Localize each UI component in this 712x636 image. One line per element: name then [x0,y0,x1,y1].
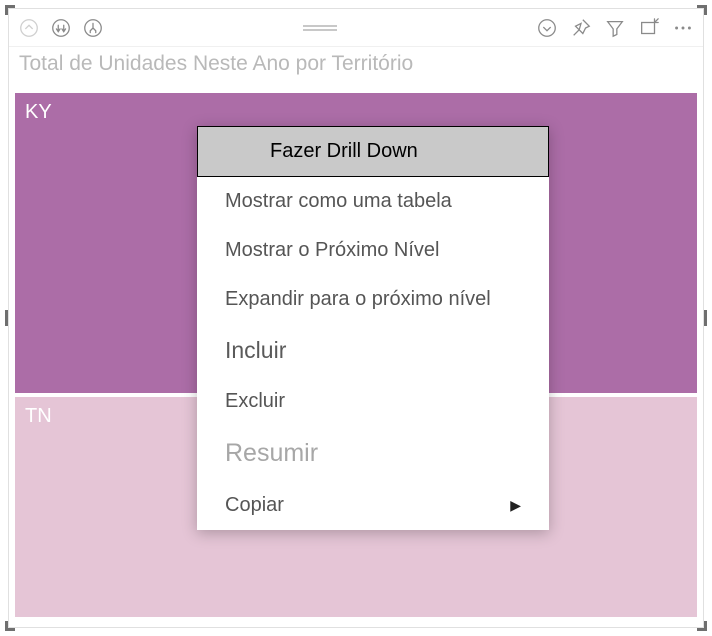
menu-item-show-as-table[interactable]: Mostrar como uma tabela [197,177,549,226]
pin-icon[interactable] [567,14,595,42]
focus-mode-icon[interactable] [635,14,663,42]
menu-item-label: Expandir para o próximo nível [225,288,491,311]
menu-item-drill-down[interactable]: Fazer Drill Down [197,126,549,177]
menu-item-label: Copiar [225,494,284,517]
visual-title: Total de Unidades Neste Ano por Territór… [9,47,703,82]
visual-toolbar [9,9,703,47]
context-menu: Fazer Drill Down Mostrar como uma tabela… [197,126,549,530]
drill-all-down-icon[interactable] [47,14,75,42]
drill-one-down-icon[interactable] [79,14,107,42]
menu-item-include[interactable]: Incluir [197,324,549,377]
filter-icon[interactable] [601,14,629,42]
more-options-icon[interactable] [669,14,697,42]
drag-grip-icon[interactable] [303,25,337,31]
menu-item-next-level[interactable]: Mostrar o Próximo Nível [197,226,549,275]
drill-down-circle-icon[interactable] [533,14,561,42]
treemap-cell-label: KY [25,101,52,123]
treemap-cell-label: TN [25,405,52,427]
menu-item-label: Mostrar como uma tabela [225,190,452,213]
drill-up-icon[interactable] [15,14,43,42]
resize-handle-tr[interactable] [704,5,707,15]
menu-item-copy[interactable]: Copiar ▶ [197,481,549,530]
menu-item-label: Incluir [225,337,286,364]
menu-item-summarize[interactable]: Resumir [197,426,549,481]
menu-item-label: Resumir [225,439,318,468]
menu-item-label: Excluir [225,390,285,413]
menu-item-exclude[interactable]: Excluir [197,377,549,426]
menu-item-label: Mostrar o Próximo Nível [225,239,440,262]
menu-item-expand-next-level[interactable]: Expandir para o próximo nível [197,275,549,324]
menu-item-label: Fazer Drill Down [270,140,418,163]
submenu-arrow-icon: ▶ [510,497,521,514]
resize-handle-r[interactable] [704,310,707,326]
resize-handle-br[interactable] [704,621,707,631]
